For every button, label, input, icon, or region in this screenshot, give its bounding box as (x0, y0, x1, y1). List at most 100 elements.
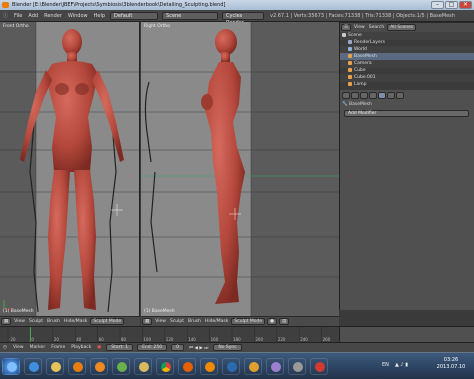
render-engine-select[interactable]: Cycles Render (222, 11, 265, 26)
menu-render[interactable]: Render (41, 13, 65, 19)
utorrent-icon[interactable] (112, 358, 130, 375)
timeline-view-menu[interactable]: View (10, 345, 27, 350)
hide-mask-menu[interactable]: Hide/Mask (62, 319, 89, 324)
scene-tab-icon[interactable] (351, 92, 359, 99)
scene-icon (342, 32, 346, 37)
outliner-row-lamp[interactable]: Lamp (340, 81, 474, 89)
properties-empty-area (339, 326, 474, 342)
add-modifier-button[interactable]: Add Modifier (344, 110, 469, 117)
world-icon (348, 46, 352, 51)
brush-menu[interactable]: Brush (186, 319, 203, 324)
mode-select[interactable]: Sculpt Mode (90, 318, 125, 325)
properties-panel: 🔧 BaseMesh Add Modifier (339, 90, 474, 310)
pdf-icon[interactable] (310, 358, 328, 375)
menu-help[interactable]: Help (91, 13, 108, 19)
start-button[interactable] (2, 358, 20, 375)
viewport-front-ortho[interactable]: Front Ortho (1) BaseMesh (0, 22, 140, 316)
scene-select[interactable]: Scene (162, 11, 219, 20)
sculpt-figure-side (201, 29, 245, 304)
timeline-frame-menu[interactable]: Frame (48, 345, 68, 350)
editor-type-icon[interactable]: ▦ (1, 318, 12, 325)
windows-taskbar: EN ▲ ♪ ▮ 03:26 2013.07.10 (0, 352, 474, 379)
outliner-filter-select[interactable]: All Scenes (387, 24, 417, 31)
winamp-icon[interactable] (244, 358, 262, 375)
mesh-object-icon (348, 67, 352, 72)
clock[interactable]: 03:26 2013.07.10 (432, 357, 470, 371)
outliner-header: ☰ View Search All Scenes (340, 22, 474, 32)
view-menu[interactable]: View (153, 319, 168, 324)
blender-logo-icon (2, 2, 9, 8)
outliner-view-menu[interactable]: View (352, 25, 367, 30)
viewport-label-right: Right Ortho (144, 24, 171, 29)
viewport-header-right: ▦ View Sculpt Brush Hide/Mask Sculpt Mod… (141, 316, 339, 326)
timeline-header: ◷ View Marker Frame Playback ● Start: 1 … (0, 342, 474, 352)
sculpt-figure-front (3, 29, 124, 310)
start-frame-field[interactable]: Start: 1 (106, 344, 134, 351)
texture-tab-icon[interactable] (396, 92, 404, 99)
timeline-editor[interactable]: -20 0 20 40 60 80 100 120 140 160 180 200 220 240 260 (0, 326, 339, 343)
modifier-tab-icon[interactable] (378, 92, 386, 99)
sync-select[interactable]: No Sync (213, 344, 242, 351)
mode-select[interactable]: Sculpt Mode (231, 318, 266, 325)
wrench-icon: 🔧 (342, 102, 350, 107)
object-tab-icon[interactable] (369, 92, 377, 99)
sculpt-menu[interactable]: Sculpt (27, 319, 45, 324)
world-tab-icon[interactable] (360, 92, 368, 99)
media-player-icon[interactable] (68, 358, 86, 375)
viewport-header-left: ▦ View Sculpt Brush Hide/Mask Sculpt Mod… (0, 316, 140, 326)
ie-icon[interactable] (24, 358, 42, 375)
explorer-icon[interactable] (46, 358, 64, 375)
timeline-ruler: -20 0 20 40 60 80 100 120 140 160 180 200 220 240 260 (7, 327, 331, 343)
tray-icons[interactable]: ▲ ♪ ▮ (395, 362, 408, 368)
shading-icon[interactable]: ● (267, 318, 278, 325)
sculpt-menu[interactable]: Sculpt (168, 319, 186, 324)
outliner-panel: ☰ View Search All Scenes Scene RenderLay… (339, 22, 474, 90)
language-indicator[interactable]: EN (382, 362, 389, 368)
end-frame-field[interactable]: End: 250 (137, 344, 168, 351)
info-editor-icon[interactable]: ⓘ (0, 12, 11, 19)
close-button[interactable]: ✕ (459, 1, 472, 9)
viewport-label-front: Front Ortho (3, 24, 29, 29)
viewport-right-ortho[interactable]: Right Ortho (1) BaseMesh (141, 22, 339, 316)
viewport-object-front: (1) BaseMesh (3, 309, 34, 314)
mesh-object-icon (348, 74, 352, 79)
record-icon[interactable]: ● (94, 345, 104, 350)
lamp-icon (348, 81, 352, 86)
vlc-icon[interactable] (200, 358, 218, 375)
properties-context-tabs (342, 92, 404, 99)
play-controls[interactable]: ⏮ ◀ ▶ ⏭ (186, 345, 211, 351)
screen-layout-select[interactable]: Default (110, 11, 159, 20)
calculator-icon[interactable] (288, 358, 306, 375)
renderlayers-icon (348, 39, 352, 44)
current-frame-field[interactable]: 0 (171, 344, 185, 351)
layers-icon[interactable]: ▤ (279, 318, 290, 325)
firefox-icon[interactable] (178, 358, 196, 375)
minimize-button[interactable]: – (431, 1, 444, 9)
render-tab-icon[interactable] (342, 92, 350, 99)
photoshop-icon[interactable] (222, 358, 240, 375)
paint-icon[interactable] (266, 358, 284, 375)
timeline-editor-icon[interactable]: ◷ (0, 345, 10, 350)
view-menu[interactable]: View (12, 319, 27, 324)
timeline-marker-menu[interactable]: Marker (27, 345, 49, 350)
clock-time: 03:26 (443, 357, 459, 363)
brush-menu[interactable]: Brush (45, 319, 62, 324)
menu-add[interactable]: Add (25, 13, 41, 19)
timeline-playback-menu[interactable]: Playback (68, 345, 94, 350)
sculpt-cursor-front (111, 204, 123, 216)
folder-icon[interactable] (134, 358, 152, 375)
blender-taskbar-icon[interactable] (90, 358, 108, 375)
viewport-object-right: (1) BaseMesh (144, 309, 175, 314)
menu-window[interactable]: Window (65, 13, 91, 19)
scene-stats: v2.67.1 | Verts:35673 | Faces:71338 | Tr… (270, 12, 455, 19)
clock-date: 2013.07.10 (436, 364, 466, 370)
outliner-tree: Scene RenderLayers World BaseMesh Camera… (340, 32, 474, 90)
editor-type-icon[interactable]: ▦ (142, 318, 153, 325)
hide-mask-menu[interactable]: Hide/Mask (203, 319, 230, 324)
chrome-icon[interactable] (156, 358, 174, 375)
menu-file[interactable]: File (11, 13, 25, 19)
outliner-editor-icon[interactable]: ☰ (341, 24, 352, 31)
outliner-search-menu[interactable]: Search (367, 25, 386, 30)
material-tab-icon[interactable] (387, 92, 395, 99)
maximize-button[interactable]: □ (445, 1, 458, 9)
